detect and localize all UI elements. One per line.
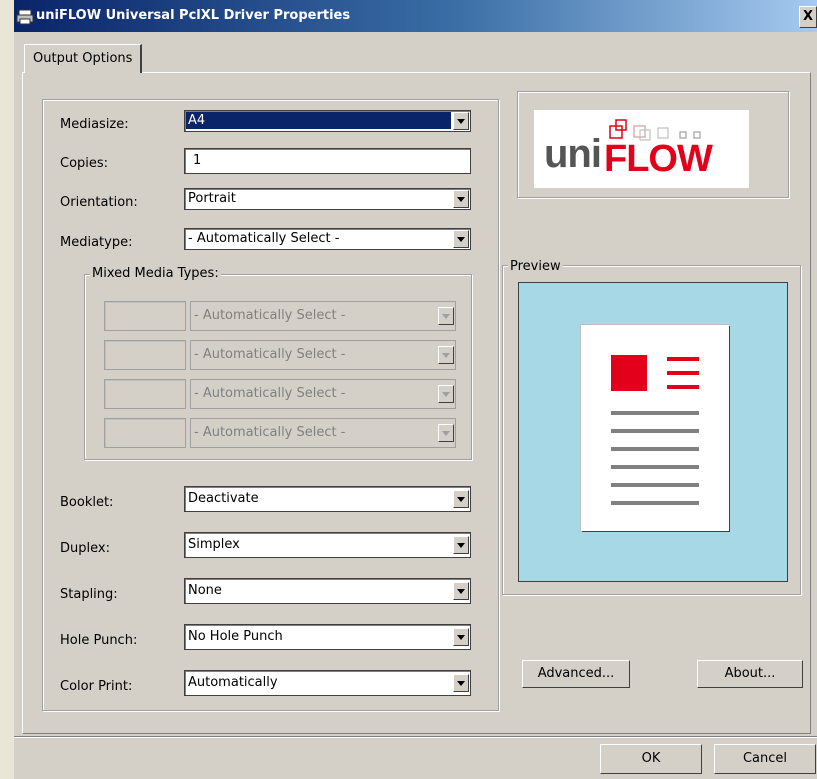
chevron-down-icon[interactable] [453, 490, 469, 508]
copies-value: 1 [193, 153, 202, 168]
mixed-media-quantity-field[interactable] [104, 301, 186, 331]
hole-punch-value: No Hole Punch [188, 629, 283, 644]
mixed-media-value: - Automatically Select - [194, 347, 346, 362]
ok-button[interactable]: OK [600, 744, 702, 774]
orientation-select[interactable]: Portrait [184, 188, 471, 210]
about-button[interactable]: About... [697, 660, 803, 688]
mixed-media-value: - Automatically Select - [194, 425, 346, 440]
mediatype-select[interactable]: - Automatically Select - [184, 228, 471, 250]
chevron-down-icon[interactable] [438, 307, 454, 325]
cancel-button[interactable]: Cancel [714, 744, 816, 774]
mixed-media-select[interactable]: - Automatically Select - [190, 418, 456, 448]
orientation-label: Orientation: [60, 195, 138, 210]
chevron-down-icon[interactable] [453, 190, 469, 208]
mediatype-label: Mediatype: [60, 235, 133, 250]
logo-uni-text: uni [544, 132, 602, 176]
document-icon [611, 355, 699, 505]
chevron-down-icon[interactable] [453, 230, 469, 248]
uniflow-logo: uni FLOW [534, 110, 749, 188]
hole-punch-label: Hole Punch: [60, 633, 138, 648]
logo-flow-text: FLOW [604, 138, 713, 180]
chevron-down-icon[interactable] [453, 628, 469, 646]
stapling-select[interactable]: None [184, 578, 471, 604]
mixed-media-value: - Automatically Select - [194, 386, 346, 401]
mixed-media-select[interactable]: - Automatically Select - [190, 379, 456, 409]
duplex-select[interactable]: Simplex [184, 532, 471, 558]
chevron-down-icon[interactable] [438, 424, 454, 442]
properties-dialog: uniFLOW Universal PclXL Driver Propertie… [14, 0, 817, 779]
booklet-value: Deactivate [188, 491, 259, 506]
stapling-label: Stapling: [60, 587, 118, 602]
mixed-media-quantity-field[interactable] [104, 379, 186, 409]
mediasize-label: Mediasize: [60, 117, 129, 132]
color-print-value: Automatically [188, 675, 278, 690]
booklet-select[interactable]: Deactivate [184, 486, 471, 512]
mixed-media-select[interactable]: - Automatically Select - [190, 301, 456, 331]
hole-punch-select[interactable]: No Hole Punch [184, 624, 471, 650]
printer-icon [16, 9, 34, 25]
tab-output-options[interactable]: Output Options [24, 44, 143, 73]
chevron-down-icon[interactable] [453, 674, 469, 692]
duplex-label: Duplex: [60, 541, 110, 556]
advanced-button[interactable]: Advanced... [522, 660, 630, 688]
mediasize-select[interactable]: A4 [184, 110, 471, 132]
preview-legend: Preview [508, 259, 563, 274]
window-title: uniFLOW Universal PclXL Driver Propertie… [36, 8, 351, 23]
mixed-media-value: - Automatically Select - [194, 308, 346, 323]
close-icon: X [802, 9, 814, 24]
mixed-media-quantity-field[interactable] [104, 418, 186, 448]
mixed-media-select[interactable]: - Automatically Select - [190, 340, 456, 370]
page-preview [581, 325, 729, 531]
copies-label: Copies: [60, 156, 109, 171]
stapling-value: None [188, 583, 222, 598]
copies-field[interactable]: 1 [184, 148, 471, 174]
booklet-label: Booklet: [60, 495, 114, 510]
mixed-media-quantity-field[interactable] [104, 340, 186, 370]
mixed-media-legend: Mixed Media Types: [90, 266, 221, 281]
title-bar[interactable]: uniFLOW Universal PclXL Driver Propertie… [14, 0, 817, 32]
mediatype-value: - Automatically Select - [188, 231, 340, 246]
chevron-down-icon[interactable] [438, 385, 454, 403]
chevron-down-icon[interactable] [453, 536, 469, 554]
duplex-value: Simplex [188, 537, 240, 552]
chevron-down-icon[interactable] [438, 346, 454, 364]
dialog-separator [14, 736, 817, 738]
chevron-down-icon[interactable] [453, 582, 469, 600]
chevron-down-icon[interactable] [453, 112, 469, 130]
orientation-value: Portrait [188, 191, 236, 206]
color-print-select[interactable]: Automatically [184, 670, 471, 696]
close-button[interactable]: X [799, 6, 817, 28]
preview-area [518, 282, 788, 582]
mediasize-value: A4 [186, 112, 451, 129]
color-print-label: Color Print: [60, 679, 133, 694]
